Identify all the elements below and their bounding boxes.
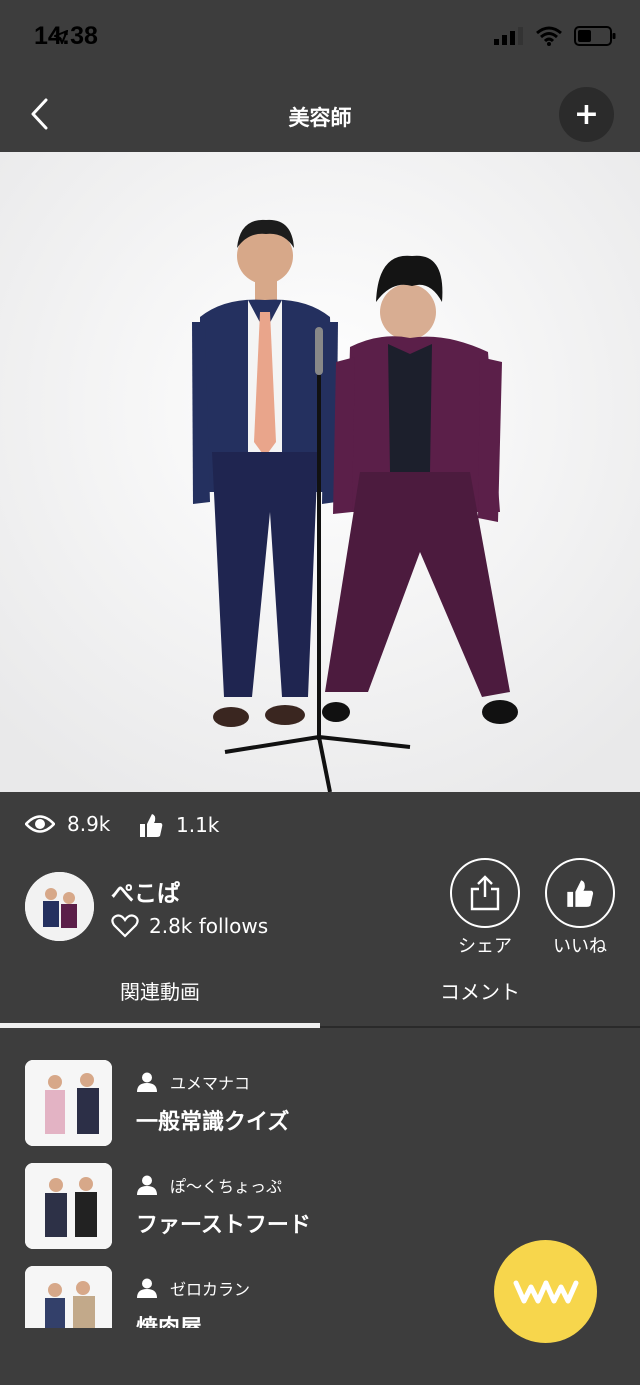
- share-circle: [450, 858, 520, 928]
- video-title: 焼肉屋: [136, 1310, 202, 1328]
- stats-row: 8.9k 1.1k: [0, 802, 640, 848]
- tab-bar: 関連動画 コメント: [0, 962, 640, 1028]
- channel-info: ぺこぱ 2.8k follows シェア いいね: [0, 858, 640, 958]
- author-name: ゼロカラン: [170, 1280, 251, 1299]
- thumbs-up-icon: [140, 814, 163, 837]
- user-icon: [137, 1278, 157, 1298]
- tab-related-videos[interactable]: 関連動画: [0, 976, 320, 1005]
- views-count: 8.9k: [67, 812, 111, 836]
- video-title: 一般常識クイズ: [136, 1110, 290, 1135]
- ww-logo-icon: [513, 1280, 578, 1303]
- add-button[interactable]: +: [559, 87, 614, 142]
- heart-icon: [111, 914, 139, 938]
- author-name: ユメマナコ: [170, 1074, 251, 1093]
- floating-action-button[interactable]: [494, 1240, 597, 1343]
- author-name: ぽ〜くちょっぷ: [170, 1177, 283, 1196]
- wifi-icon: [536, 26, 562, 46]
- video-player[interactable]: [0, 152, 640, 792]
- status-bar: 14:38: [0, 0, 640, 78]
- thumbnail-image: [25, 1266, 112, 1328]
- video-thumbnail: [25, 1266, 112, 1328]
- author-row: ゼロカラン: [136, 1276, 250, 1300]
- video-thumbnail: [25, 1060, 112, 1146]
- thumbs-up-icon: [567, 880, 594, 907]
- likes-stat: 1.1k: [138, 812, 219, 838]
- channel-avatar[interactable]: [25, 872, 94, 941]
- list-item[interactable]: ぽ〜くちょっぷ ファーストフード: [25, 1163, 625, 1251]
- location-arrow-icon: [54, 30, 68, 44]
- thumbnail-image: [25, 1060, 112, 1146]
- likes-count: 1.1k: [176, 813, 220, 837]
- author-row: ぽ〜くちょっぷ: [136, 1173, 282, 1197]
- like-circle: [545, 858, 615, 928]
- like-label: いいね: [553, 936, 607, 957]
- avatar-image: [25, 872, 94, 941]
- list-item[interactable]: ユメマナコ 一般常識クイズ: [25, 1060, 625, 1148]
- eye-icon: [25, 815, 55, 833]
- cellular-signal-icon: [494, 27, 523, 45]
- views-stat: 8.9k: [25, 812, 110, 836]
- share-icon: [470, 875, 500, 911]
- user-icon: [137, 1072, 157, 1092]
- nav-bar: 美容師 +: [0, 78, 640, 152]
- status-icons: [54, 26, 616, 46]
- channel-name[interactable]: ぺこぱ: [111, 874, 180, 908]
- thumbnail-image: [25, 1163, 112, 1249]
- tab-comments[interactable]: コメント: [320, 976, 640, 1005]
- share-label: シェア: [458, 936, 512, 957]
- video-title: ファーストフード: [136, 1213, 311, 1238]
- battery-icon: [574, 26, 616, 46]
- share-button[interactable]: シェア: [440, 858, 530, 958]
- like-button[interactable]: いいね: [535, 858, 625, 958]
- plus-icon: +: [573, 97, 600, 132]
- active-tab-indicator: [0, 1023, 320, 1028]
- follow-button[interactable]: 2.8k follows: [111, 914, 268, 938]
- follows-count: 2.8k follows: [149, 914, 269, 938]
- video-thumbnail: [25, 1163, 112, 1249]
- page-title: 美容師: [288, 106, 352, 130]
- video-frame-image: [0, 152, 640, 792]
- author-row: ユメマナコ: [136, 1070, 250, 1094]
- user-icon: [137, 1175, 157, 1195]
